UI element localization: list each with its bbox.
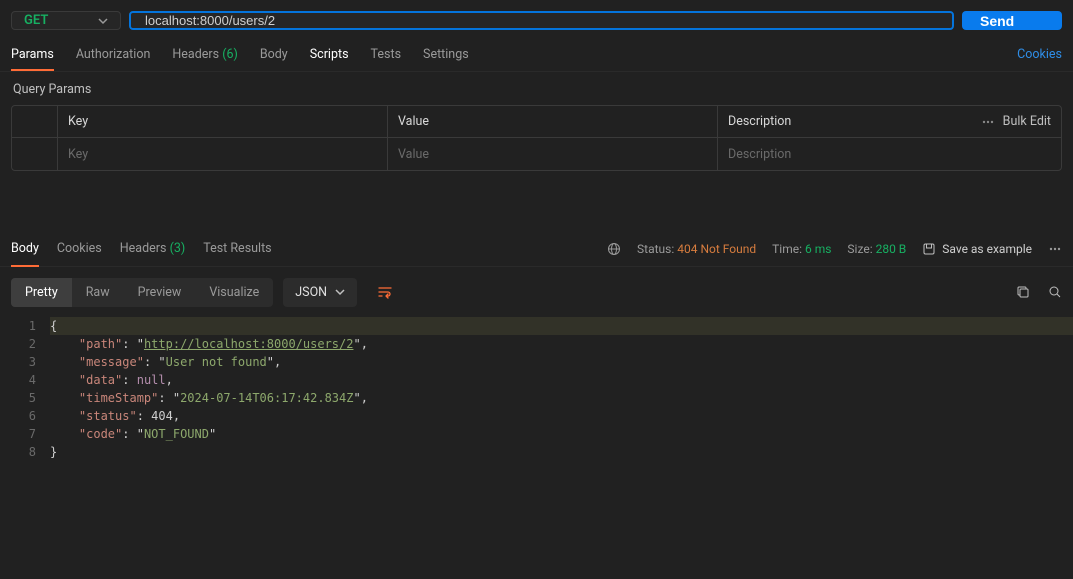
copy-button[interactable] — [1016, 285, 1030, 299]
code-line: 1{ — [0, 317, 1073, 335]
search-button[interactable] — [1048, 285, 1062, 299]
code-line: 5 "timeStamp": "2024-07-14T06:17:42.834Z… — [0, 389, 1073, 407]
status-value: 404 Not Found — [677, 242, 756, 256]
time-value: 6 ms — [805, 242, 831, 256]
code-line: 2 "path": "http://localhost:8000/users/2… — [0, 335, 1073, 353]
line-number: 5 — [0, 389, 50, 407]
line-wrap-button[interactable] — [367, 277, 403, 307]
copy-icon — [1016, 285, 1030, 299]
line-content: "code": "NOT_FOUND" — [50, 425, 1073, 443]
code-line: 6 "status": 404, — [0, 407, 1073, 425]
line-number: 3 — [0, 353, 50, 371]
line-content: "timeStamp": "2024-07-14T06:17:42.834Z", — [50, 389, 1073, 407]
line-content: "data": null, — [50, 371, 1073, 389]
tab-headers-count: (6) — [222, 47, 238, 62]
params-table: Key Value Description Bulk Edit Key Valu… — [11, 105, 1062, 171]
status-label: Status: — [637, 242, 674, 256]
view-visualize[interactable]: Visualize — [195, 278, 273, 307]
line-content: "path": "http://localhost:8000/users/2", — [50, 335, 1073, 353]
response-tab-headers-label: Headers — [120, 241, 167, 256]
url-input-wrap — [129, 11, 954, 30]
key-header: Key — [58, 106, 388, 137]
description-header: Description Bulk Edit — [718, 106, 1061, 137]
wrap-icon — [377, 284, 393, 300]
format-label: JSON — [295, 285, 327, 300]
description-input[interactable]: Description — [718, 138, 1061, 170]
tab-authorization[interactable]: Authorization — [76, 39, 151, 70]
line-number: 8 — [0, 443, 50, 461]
response-tab-body[interactable]: Body — [11, 231, 39, 266]
response-tab-test-results[interactable]: Test Results — [203, 231, 271, 266]
line-content: "status": 404, — [50, 407, 1073, 425]
send-button[interactable]: Send — [962, 11, 1062, 30]
more-icon[interactable] — [1048, 242, 1062, 256]
response-tab-cookies[interactable]: Cookies — [57, 231, 102, 266]
line-number: 7 — [0, 425, 50, 443]
tab-params[interactable]: Params — [11, 39, 54, 70]
chevron-down-icon — [335, 287, 345, 297]
code-line: 8} — [0, 443, 1073, 461]
method-label: GET — [24, 13, 48, 28]
line-number: 2 — [0, 335, 50, 353]
search-icon — [1048, 285, 1062, 299]
method-select[interactable]: GET — [11, 11, 121, 30]
bulk-edit-button[interactable]: Bulk Edit — [1003, 114, 1051, 129]
globe-icon[interactable] — [607, 242, 621, 256]
more-icon[interactable] — [981, 115, 995, 129]
line-number: 4 — [0, 371, 50, 389]
view-raw[interactable]: Raw — [72, 278, 124, 307]
line-content: { — [50, 317, 1073, 335]
chevron-down-icon — [98, 16, 108, 26]
view-pretty[interactable]: Pretty — [11, 278, 72, 307]
tab-body[interactable]: Body — [260, 39, 288, 70]
line-number: 1 — [0, 317, 50, 335]
save-icon — [922, 242, 936, 256]
format-select[interactable]: JSON — [283, 278, 357, 307]
tab-headers[interactable]: Headers (6) — [172, 39, 237, 70]
tab-scripts[interactable]: Scripts — [310, 39, 349, 70]
line-number: 6 — [0, 407, 50, 425]
line-content: } — [50, 443, 1073, 461]
time-label: Time: — [772, 242, 802, 256]
url-input[interactable] — [145, 13, 938, 28]
tab-settings[interactable]: Settings — [423, 39, 469, 70]
code-line: 7 "code": "NOT_FOUND" — [0, 425, 1073, 443]
key-input[interactable]: Key — [58, 138, 388, 170]
size-label: Size: — [847, 242, 872, 256]
description-header-label: Description — [728, 114, 791, 129]
code-line: 4 "data": null, — [0, 371, 1073, 389]
response-tab-headers-count: (3) — [170, 241, 186, 256]
row-checkbox[interactable] — [12, 138, 58, 170]
cookies-link[interactable]: Cookies — [1017, 47, 1062, 62]
value-input[interactable]: Value — [388, 138, 718, 170]
send-label: Send — [980, 13, 1014, 29]
size-value: 280 B — [876, 242, 907, 256]
checkbox-header — [12, 106, 58, 137]
save-as-example-button[interactable]: Save as example — [922, 242, 1032, 256]
query-params-label: Query Params — [0, 72, 1073, 105]
view-preview[interactable]: Preview — [124, 278, 196, 307]
tab-headers-label: Headers — [172, 47, 219, 62]
response-body-code[interactable]: 1{2 "path": "http://localhost:8000/users… — [0, 317, 1073, 461]
save-example-label: Save as example — [942, 242, 1032, 256]
params-header-row: Key Value Description Bulk Edit — [12, 106, 1061, 138]
value-header: Value — [388, 106, 718, 137]
tab-tests[interactable]: Tests — [371, 39, 401, 70]
params-input-row: Key Value Description — [12, 138, 1061, 170]
code-line: 3 "message": "User not found", — [0, 353, 1073, 371]
line-content: "message": "User not found", — [50, 353, 1073, 371]
response-tab-headers[interactable]: Headers (3) — [120, 231, 185, 266]
